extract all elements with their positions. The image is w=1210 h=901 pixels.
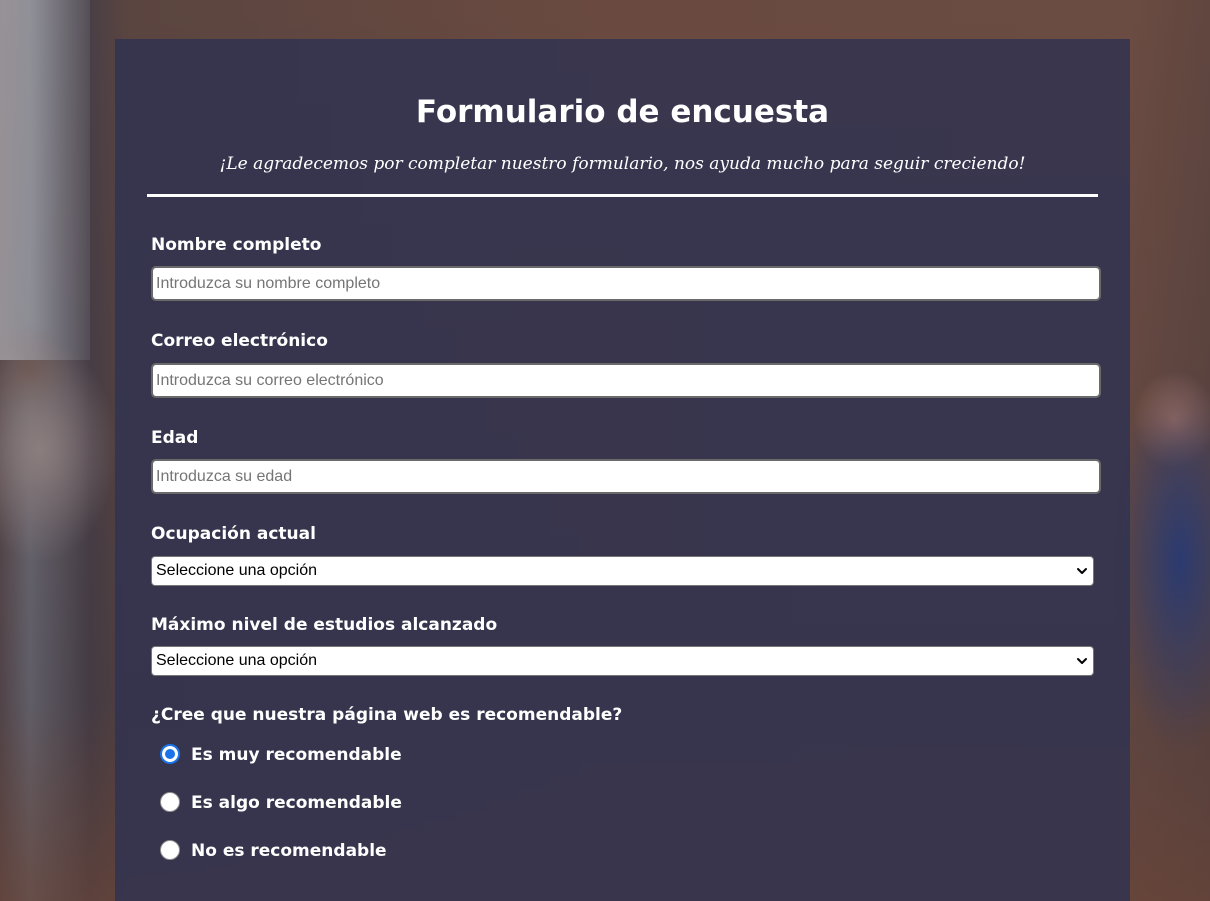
email-label: Correo electrónico: [151, 331, 328, 351]
radio-label-not-recommendable[interactable]: No es recomendable: [191, 839, 387, 863]
chevron-down-icon: [1077, 658, 1087, 664]
chevron-down-icon: [1077, 568, 1087, 574]
email-input[interactable]: [151, 363, 1101, 398]
education-selected-value: Seleccione una opción: [156, 652, 318, 669]
form-subtitle: ¡Le agradecemos por completar nuestro fo…: [219, 154, 1026, 174]
radio-button-somewhat-recommendable[interactable]: [160, 792, 180, 812]
occupation-selected-value: Seleccione una opción: [156, 562, 318, 579]
radio-button-very-recommendable[interactable]: [160, 744, 180, 764]
occupation-select[interactable]: Seleccione una opción: [151, 556, 1094, 586]
age-input[interactable]: [151, 459, 1101, 494]
radio-button-not-recommendable[interactable]: [160, 840, 180, 860]
name-input[interactable]: [151, 266, 1101, 301]
radio-label-somewhat-recommendable[interactable]: Es algo recomendable: [191, 791, 402, 815]
education-select[interactable]: Seleccione una opción: [151, 646, 1094, 676]
education-label: Máximo nivel de estudios alcanzado: [151, 615, 498, 635]
name-label: Nombre completo: [151, 235, 322, 255]
header-divider: [147, 194, 1098, 197]
background-window: [0, 0, 90, 360]
radio-label-very-recommendable[interactable]: Es muy recomendable: [191, 743, 402, 767]
age-label: Edad: [151, 428, 199, 448]
recommend-question: ¿Cree que nuestra página web es recomend…: [151, 705, 623, 725]
occupation-label: Ocupación actual: [151, 524, 316, 544]
form-title: Formulario de encuesta: [415, 94, 830, 130]
